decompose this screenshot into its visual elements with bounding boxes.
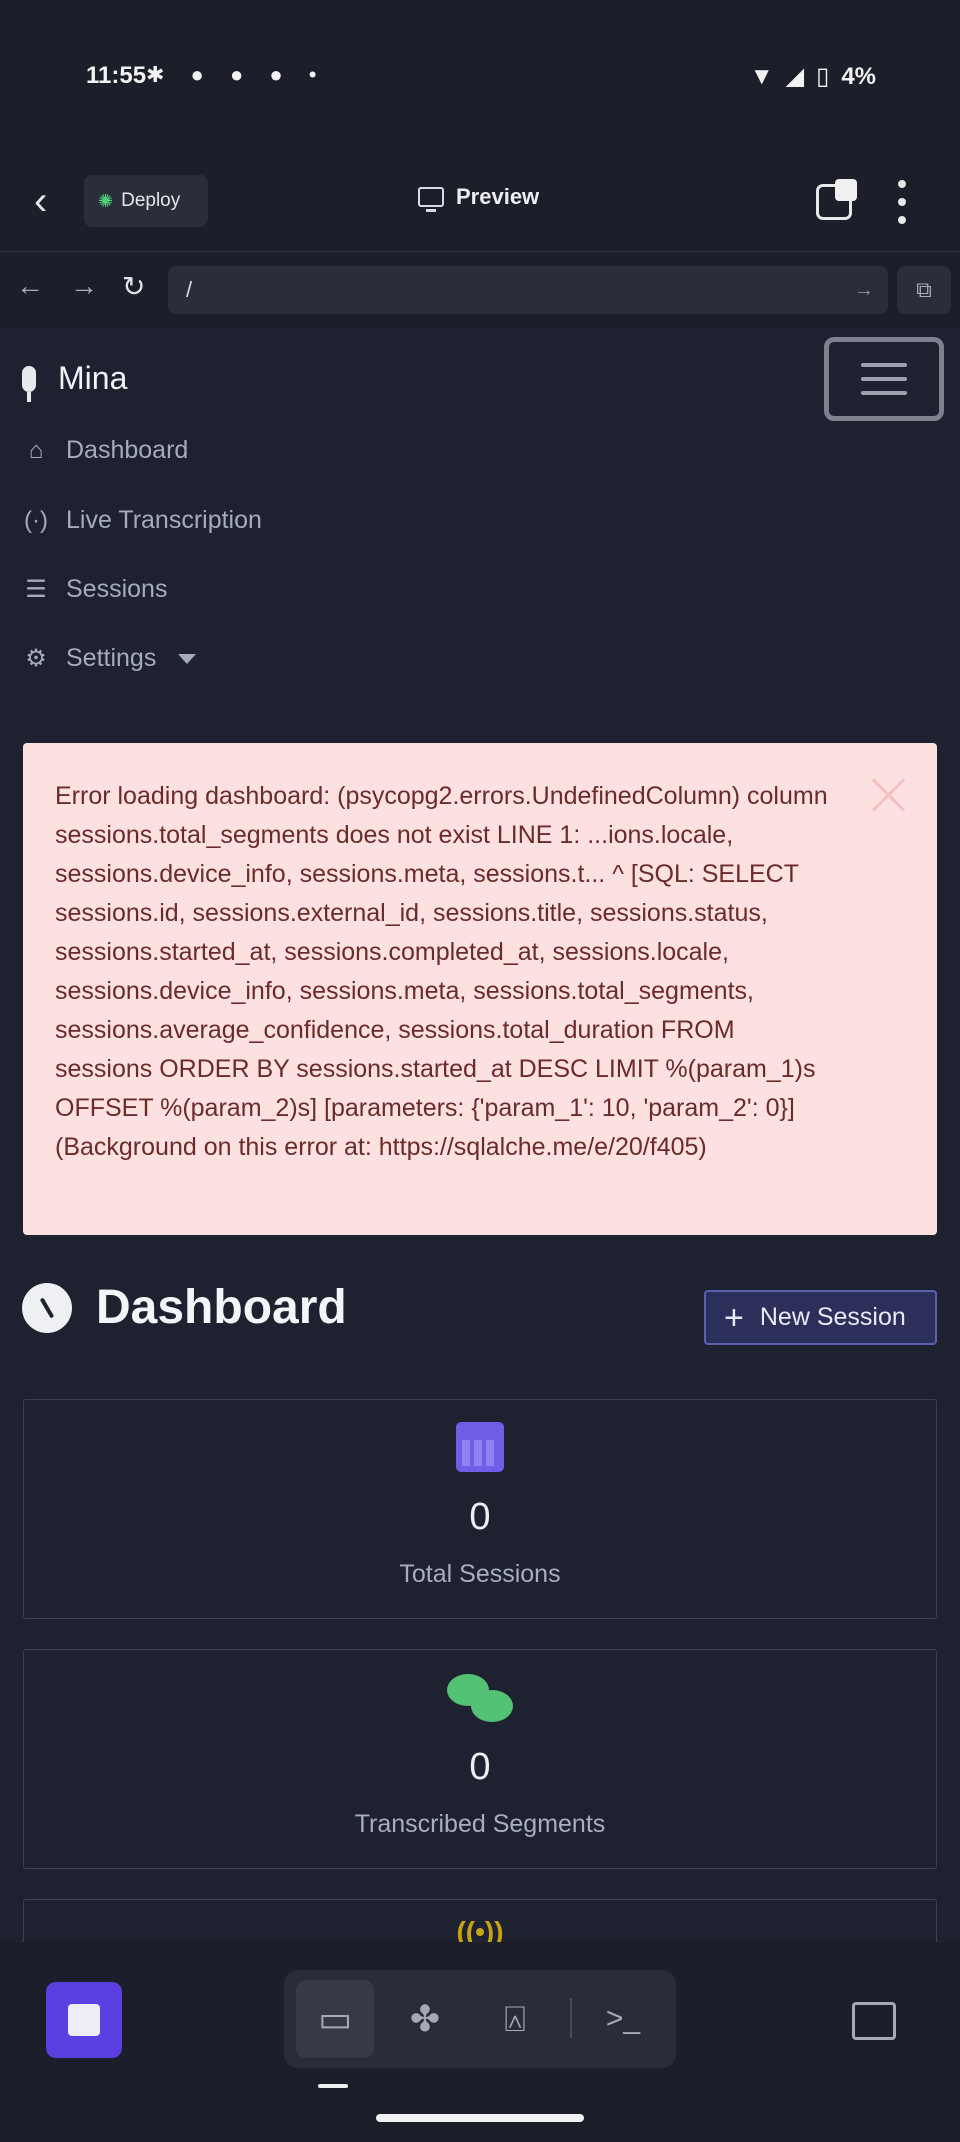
gear-icon: ⚙ [25, 645, 47, 672]
broadcast-icon: ((•)) [456, 1916, 504, 1942]
url-input[interactable]: / → [168, 266, 888, 314]
deploy-icon[interactable]: ⍓ [476, 1980, 554, 2058]
deploy-button[interactable]: ✺ Deploy [84, 175, 208, 227]
stop-button[interactable] [46, 1982, 122, 2058]
brand-name: Mina [58, 360, 128, 396]
comments-icon [447, 1672, 513, 1726]
app-header: ‹ ✺ Deploy Preview [0, 150, 960, 252]
preview-title[interactable]: Preview [418, 184, 540, 212]
sidebar-toggle-icon[interactable] [852, 2002, 896, 2040]
signal-icon: ◢ [785, 63, 805, 90]
page-title: Dashboard [22, 1280, 347, 1335]
nav-label: Live Transcription [66, 506, 262, 534]
deploy-label: Deploy [121, 190, 181, 211]
wifi-icon: ▼ [749, 62, 774, 90]
url-value: / [186, 277, 193, 302]
stat-value: 0 [469, 1496, 491, 1538]
nav-label: Sessions [66, 575, 168, 603]
battery-level: 4% [841, 62, 876, 90]
stat-card-transcribed-segments: 0 Transcribed Segments [23, 1649, 937, 1869]
open-external-icon[interactable]: ⧉ [897, 266, 951, 314]
status-time: 11:55 [86, 62, 147, 89]
error-alert: Error loading dashboard: (psycopg2.error… [23, 743, 937, 1235]
stat-card-total-sessions: 0 Total Sessions [23, 1399, 937, 1619]
chevron-left-icon: ‹ [34, 179, 48, 223]
close-icon[interactable] [871, 777, 907, 813]
broadcast-icon: (·) [24, 506, 48, 534]
tabs-button[interactable] [816, 179, 857, 220]
active-tool-indicator [318, 2084, 348, 2088]
list-icon: ☰ [25, 576, 47, 603]
calendar-icon [456, 1422, 504, 1472]
reload-icon[interactable]: ↻ [122, 270, 145, 303]
browser-bar: ← → ↻ / → ⧉ [0, 252, 960, 328]
more-options-icon[interactable] [896, 180, 908, 224]
stat-label: Total Sessions [399, 1560, 561, 1588]
new-session-button[interactable]: + New Session [704, 1290, 937, 1345]
browser-back-icon[interactable]: ← [16, 270, 44, 302]
nav-dashboard[interactable]: ⌂ Dashboard [22, 436, 189, 465]
monitor-icon[interactable]: ▭ [296, 1980, 374, 2058]
nav-live-transcription[interactable]: (·) Live Transcription [22, 506, 262, 535]
page-title-text: Dashboard [96, 1281, 347, 1334]
stat-value: 0 [469, 1746, 491, 1788]
nav-label: Settings [66, 644, 157, 672]
navbar-toggle-button[interactable] [824, 337, 944, 421]
dashboard-gauge-icon [22, 1282, 72, 1333]
divider [570, 1998, 572, 2038]
bottom-toolbar: ▭ ✤ ⍓ >_ [0, 1942, 960, 2142]
preview-label: Preview [456, 184, 540, 209]
browser-forward-icon[interactable]: → [70, 270, 98, 302]
home-gesture-bar[interactable] [376, 2114, 584, 2122]
tool-group: ▭ ✤ ⍓ >_ [284, 1970, 676, 2068]
notification-icons: ✱ ● ● ● • [146, 62, 327, 87]
nav-label: Dashboard [66, 436, 189, 464]
new-session-label: New Session [759, 1303, 906, 1331]
caret-down-icon [178, 653, 197, 664]
terminal-icon[interactable]: >_ [584, 1980, 662, 2058]
deploy-icon: ✺ [98, 190, 114, 211]
error-message: Error loading dashboard: (psycopg2.error… [55, 782, 828, 1161]
plus-icon: + [724, 1298, 744, 1337]
home-icon: ⌂ [28, 436, 44, 464]
back-button[interactable]: ‹ [34, 178, 74, 224]
nav-sessions[interactable]: ☰ Sessions [22, 575, 167, 604]
battery-icon: ▯ [816, 63, 830, 90]
status-bar: 11:55 ✱ ● ● ● • ▼ ◢ ▯ 4% [0, 0, 960, 150]
stat-card-live: ((•)) [23, 1899, 937, 1942]
nav-settings[interactable]: ⚙ Settings [22, 644, 197, 673]
monitor-icon [418, 187, 444, 212]
go-icon[interactable]: → [854, 266, 874, 314]
workspace-icon[interactable]: ✤ [386, 1980, 464, 2058]
brand[interactable]: Mina [22, 360, 128, 402]
microphone-icon [22, 365, 36, 402]
status-right: ▼ ◢ ▯ 4% [750, 62, 876, 91]
app-viewport: Mina ⌂ Dashboard (·) Live Transcription … [0, 328, 960, 1942]
stat-label: Transcribed Segments [354, 1810, 606, 1838]
